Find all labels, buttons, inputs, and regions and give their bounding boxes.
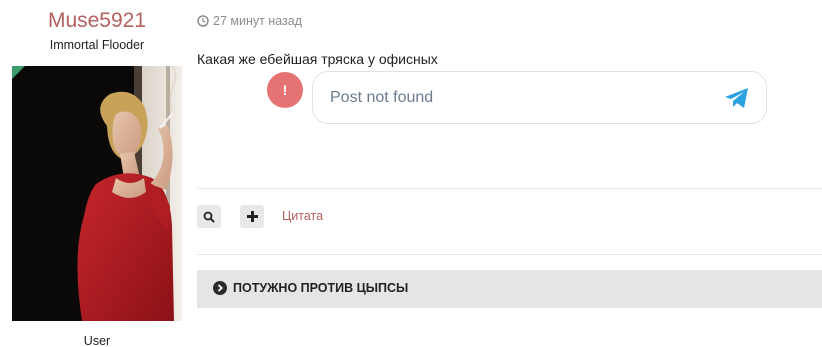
user-info-column: Muse5921 Immortal Flooder User [0, 0, 194, 347]
telegram-embed[interactable]: Post not found [312, 71, 767, 124]
add-button[interactable] [240, 205, 264, 228]
online-indicator [12, 66, 25, 79]
clock-icon [197, 15, 209, 27]
user-title: Immortal Flooder [49, 38, 145, 52]
quote-link[interactable]: Цитата [282, 209, 323, 223]
avatar[interactable] [12, 66, 182, 321]
username-link[interactable]: Muse5921 [0, 9, 194, 33]
chevron-right-circle-icon [213, 281, 227, 295]
telegram-icon [725, 88, 748, 108]
divider [197, 188, 822, 189]
embed-message: Post not found [330, 89, 434, 106]
plus-icon [246, 211, 258, 222]
post-time-text: 27 минут назад [213, 14, 302, 28]
signature-bar: ПОТУЖНО ПРОТИВ ЦЫПСЫ [197, 270, 822, 308]
divider [197, 254, 822, 255]
user-role: User [83, 334, 111, 347]
search-icon [203, 211, 215, 223]
signature-text: ПОТУЖНО ПРОТИВ ЦЫПСЫ [233, 281, 409, 295]
search-button[interactable] [197, 205, 221, 228]
post-message: Какая же ебейшая тряска у офисных [197, 51, 438, 67]
error-icon: ! [267, 72, 303, 108]
avatar-image [12, 66, 182, 321]
post-timestamp[interactable]: 27 минут назад [197, 14, 302, 28]
